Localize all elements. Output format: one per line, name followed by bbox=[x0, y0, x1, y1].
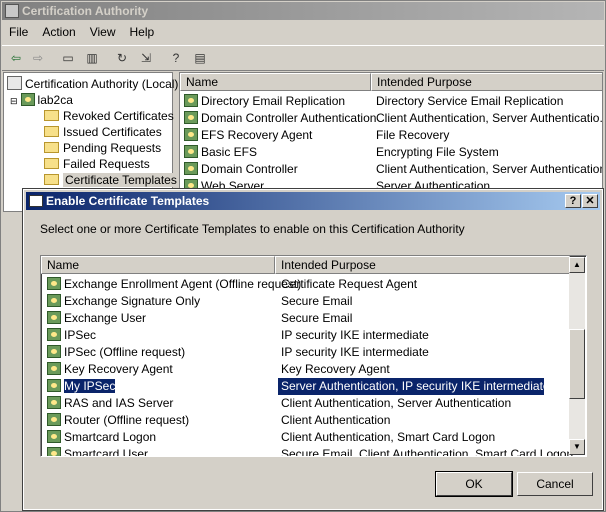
certificate-template-icon bbox=[47, 379, 61, 392]
certificate-template-icon bbox=[47, 430, 61, 443]
menu-bar: File Action View Help bbox=[2, 23, 604, 43]
folder-icon bbox=[44, 158, 59, 169]
template-list-item[interactable]: IPSec IP security IKE intermediate bbox=[43, 327, 569, 344]
folder-icon bbox=[44, 110, 59, 121]
tree-root[interactable]: Certification Authority (Local) bbox=[7, 76, 178, 92]
toolbar: ⇦ ⇨ ▭ ▥ ↻ ⇲ ? ▤ bbox=[2, 45, 604, 71]
tree-revoked-certificates[interactable]: Revoked Certificates bbox=[44, 108, 174, 124]
cancel-button[interactable]: Cancel bbox=[517, 472, 593, 496]
dialog-instruction: Select one or more Certificate Templates… bbox=[40, 222, 465, 236]
template-purpose: File Recovery bbox=[376, 128, 450, 142]
template-row[interactable]: Domain Controller bbox=[184, 161, 298, 178]
dialog-title: Enable Certificate Templates bbox=[46, 194, 210, 208]
template-list-item[interactable]: Smartcard User Secure Email, Client Authe… bbox=[43, 446, 573, 456]
menu-help[interactable]: Help bbox=[123, 23, 162, 41]
menu-view[interactable]: View bbox=[83, 23, 123, 41]
column-header-name[interactable]: Name bbox=[41, 256, 275, 274]
show-hide-tree-icon[interactable]: ▥ bbox=[82, 49, 102, 68]
ok-button[interactable]: OK bbox=[435, 471, 513, 497]
ca-node-icon bbox=[20, 93, 35, 106]
tree-certificate-templates[interactable]: Certificate Templates bbox=[44, 172, 179, 188]
tree-issued-certificates[interactable]: Issued Certificates bbox=[44, 124, 162, 140]
ca-root-icon bbox=[7, 76, 22, 90]
template-list-item[interactable]: Exchange Enrollment Agent (Offline reque… bbox=[43, 276, 569, 293]
back-arrow-icon[interactable]: ⇦ bbox=[6, 49, 26, 68]
enable-templates-dialog: Enable Certificate Templates ? ✕ Select … bbox=[22, 188, 604, 511]
template-row[interactable]: Basic EFS bbox=[184, 144, 257, 161]
template-list-item[interactable]: Key Recovery Agent Key Recovery Agent bbox=[43, 361, 569, 378]
window-icon bbox=[29, 195, 43, 207]
template-list-item[interactable]: IPSec (Offline request) IP security IKE i… bbox=[43, 344, 569, 361]
template-purpose: Directory Service Email Replication bbox=[376, 94, 564, 108]
template-list-item[interactable]: Exchange Signature Only Secure Email bbox=[43, 293, 569, 310]
certificate-template-icon bbox=[184, 145, 198, 158]
properties-icon[interactable]: ▤ bbox=[190, 49, 210, 68]
menu-file[interactable]: File bbox=[2, 23, 35, 41]
tree-ca-node[interactable]: ⊟ lab2ca bbox=[10, 92, 73, 108]
folder-icon bbox=[44, 126, 59, 137]
help-button[interactable]: ? bbox=[565, 194, 581, 208]
up-folder-icon[interactable]: ▭ bbox=[58, 49, 78, 68]
column-header-intended-purpose[interactable]: Intended Purpose bbox=[275, 256, 570, 274]
template-purpose: Client Authentication, Server Authentica… bbox=[376, 111, 603, 125]
template-list-item[interactable]: RAS and IAS Server Client Authentication,… bbox=[43, 395, 569, 412]
scroll-down-arrow-icon[interactable]: ▼ bbox=[569, 439, 585, 455]
certificate-template-icon bbox=[47, 311, 61, 324]
certificate-template-icon bbox=[184, 162, 198, 175]
certificate-template-icon bbox=[184, 94, 198, 107]
certificate-template-icon bbox=[184, 111, 198, 124]
certificate-template-icon bbox=[47, 362, 61, 375]
certificate-template-icon bbox=[184, 128, 198, 141]
column-header-name[interactable]: Name bbox=[180, 73, 371, 91]
details-pane: Name Intended Purpose Directory Email Re… bbox=[179, 72, 603, 192]
template-list-item[interactable]: Router (Offline request) Client Authentic… bbox=[43, 412, 569, 429]
export-list-icon[interactable]: ⇲ bbox=[136, 49, 156, 68]
close-button[interactable]: ✕ bbox=[582, 194, 598, 208]
template-purpose: Encrypting File System bbox=[376, 145, 499, 159]
open-folder-icon bbox=[44, 174, 59, 185]
vertical-scrollbar[interactable]: ▲ ▼ bbox=[569, 257, 585, 455]
help-icon[interactable]: ? bbox=[166, 49, 186, 68]
collapse-icon[interactable]: ⊟ bbox=[10, 96, 18, 106]
tree-pending-requests[interactable]: Pending Requests bbox=[44, 140, 161, 156]
scroll-thumb[interactable] bbox=[569, 329, 585, 399]
refresh-icon[interactable]: ↻ bbox=[112, 49, 132, 68]
main-window-title: Certification Authority bbox=[22, 4, 149, 18]
folder-icon bbox=[44, 142, 59, 153]
template-list-item[interactable]: Smartcard Logon Client Authentication, Sm… bbox=[43, 429, 569, 446]
certificate-template-icon bbox=[47, 447, 61, 456]
tree-failed-requests[interactable]: Failed Requests bbox=[44, 156, 150, 172]
template-row[interactable]: EFS Recovery Agent bbox=[184, 127, 312, 144]
certificate-template-icon bbox=[47, 396, 61, 409]
menu-action[interactable]: Action bbox=[35, 23, 82, 41]
column-header-intended-purpose[interactable]: Intended Purpose bbox=[371, 73, 602, 91]
template-list-item[interactable]: Exchange User Secure Email bbox=[43, 310, 569, 327]
certificate-template-icon bbox=[47, 413, 61, 426]
forward-arrow-icon[interactable]: ⇨ bbox=[28, 49, 48, 68]
dialog-title-bar: Enable Certificate Templates ? ✕ bbox=[26, 192, 600, 210]
template-row[interactable]: Directory Email Replication bbox=[184, 93, 345, 110]
certificate-template-icon bbox=[47, 277, 61, 290]
template-row[interactable]: Domain Controller Authentication bbox=[184, 110, 376, 127]
templates-list: Name Intended Purpose Exchange Enrollmen… bbox=[40, 255, 587, 457]
template-purpose: Client Authentication, Server Authentica… bbox=[376, 162, 603, 176]
main-title-bar: Certification Authority bbox=[2, 2, 604, 20]
certificate-template-icon bbox=[47, 294, 61, 307]
ca-app-icon bbox=[5, 4, 19, 18]
scroll-up-arrow-icon[interactable]: ▲ bbox=[569, 257, 585, 273]
template-list-item-selected[interactable]: My IPSec Server Authentication, IP securi… bbox=[43, 378, 569, 395]
certificate-template-icon bbox=[47, 345, 61, 358]
certificate-template-icon bbox=[47, 328, 61, 341]
